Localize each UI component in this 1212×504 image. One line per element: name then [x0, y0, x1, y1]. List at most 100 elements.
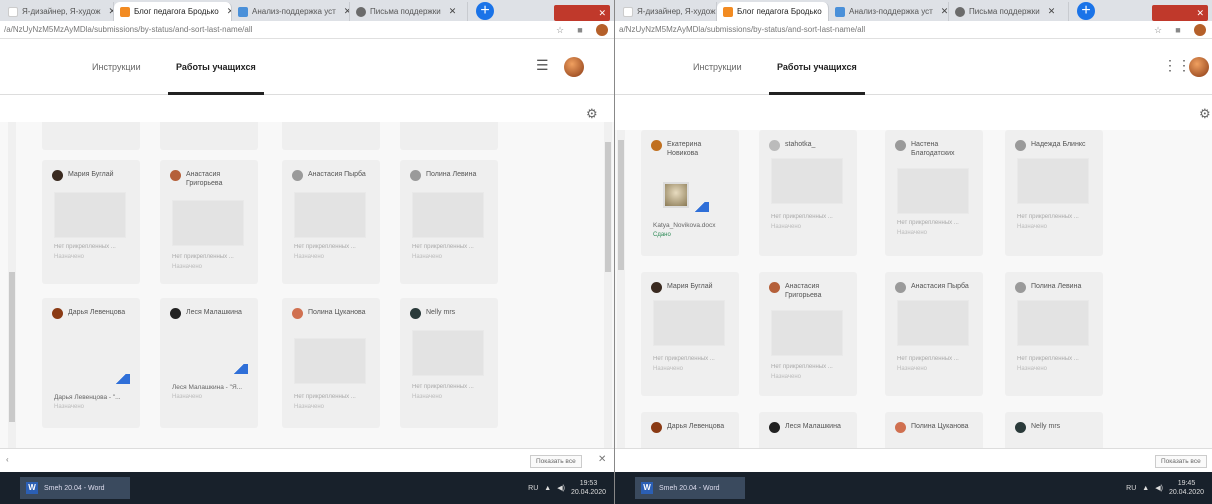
- avatar: [651, 282, 662, 293]
- close-icon[interactable]: ✕: [449, 6, 457, 17]
- scrollbar-thumb[interactable]: [9, 272, 15, 422]
- student-card[interactable]: [160, 122, 258, 150]
- student-card[interactable]: [400, 122, 498, 150]
- attachment-filename[interactable]: Katya_Novikova.docx: [653, 222, 733, 229]
- browser-tab[interactable]: Письма поддержки ✕: [350, 2, 468, 21]
- attachment-filename[interactable]: Леся Малашкина - "Я...: [172, 384, 252, 391]
- student-card[interactable]: Полина Цуканова Нет прикрепленных ... На…: [282, 298, 380, 428]
- attachment-placeholder: [653, 300, 725, 346]
- document-thumbnail[interactable]: [663, 182, 689, 208]
- student-card[interactable]: Полина Левина Нет прикрепленных ... Назн…: [1005, 272, 1103, 396]
- student-name: Мария Буглай: [68, 171, 114, 178]
- avatar[interactable]: [1189, 57, 1209, 77]
- attachment-filename[interactable]: Дарья Левенцова - "...: [54, 394, 134, 401]
- volume-icon[interactable]: ◀): [1155, 484, 1163, 492]
- new-tab-button[interactable]: +: [1077, 2, 1095, 20]
- tab-student-work[interactable]: Работы учащихся: [769, 40, 865, 95]
- clock[interactable]: 19:45 20.04.2020: [1169, 479, 1204, 497]
- attachment-placeholder: [412, 330, 484, 376]
- apps-grid-icon[interactable]: ⋮⋮: [1163, 57, 1191, 74]
- apps-grid-icon[interactable]: ☰: [536, 57, 549, 74]
- show-all-button[interactable]: Показать все: [1155, 455, 1207, 468]
- attachment-placeholder: [1017, 300, 1089, 346]
- tab-title: Блог педагога Бродько: [737, 7, 822, 16]
- window-controls[interactable]: ✕: [554, 5, 610, 21]
- download-bar: Показать все: [615, 448, 1212, 472]
- url-text[interactable]: a/NzUyNzM5MzAyMDla/submissions/by-status…: [619, 25, 1148, 34]
- student-card[interactable]: Екатерина Новикова Katya_Novikova.docx С…: [641, 130, 739, 256]
- star-icon[interactable]: ☆: [555, 25, 565, 35]
- scrollbar[interactable]: [617, 130, 625, 448]
- browser-tab[interactable]: Анализ-поддержка уст ✕: [829, 2, 949, 21]
- classroom-header: Инструкции Работы учащихся ⋮⋮: [615, 40, 1212, 95]
- status-sub: Назначено: [412, 254, 442, 260]
- scrollbar-thumb[interactable]: [618, 140, 624, 270]
- student-card[interactable]: Мария Буглай Нет прикрепленных ... Назна…: [42, 160, 140, 284]
- clock[interactable]: 19:53 20.04.2020: [571, 479, 606, 497]
- browser-tab[interactable]: Блог педагога Бродько✕: [717, 2, 829, 21]
- address-bar[interactable]: /a/NzUyNzM5MzAyMDla/submissions/by-statu…: [0, 21, 614, 39]
- browser-tab[interactable]: Я-дизайнер, Я-худож✕: [617, 2, 717, 21]
- attachment-placeholder: [897, 300, 969, 346]
- url-text[interactable]: /a/NzUyNzM5MzAyMDla/submissions/by-statu…: [4, 25, 550, 34]
- star-icon[interactable]: ☆: [1153, 25, 1163, 35]
- browser-tab[interactable]: Блог педагога Бродько✕: [114, 2, 232, 21]
- download-arrow-icon[interactable]: ‹: [6, 455, 9, 464]
- scrollbar[interactable]: [604, 122, 612, 448]
- tab-student-work[interactable]: Работы учащихся: [168, 40, 264, 95]
- settings-gear-icon[interactable]: ⚙: [1199, 106, 1211, 122]
- tab-title: Анализ-поддержка уст: [849, 7, 933, 16]
- student-card[interactable]: Надежда Блинкс Нет прикрепленных ... Наз…: [1005, 130, 1103, 256]
- student-card[interactable]: Мария Буглай Нет прикрепленных ... Назна…: [641, 272, 739, 396]
- extension-icon[interactable]: ■: [575, 25, 585, 35]
- language-indicator[interactable]: RU: [528, 485, 538, 492]
- close-icon[interactable]: ✕: [1048, 6, 1056, 17]
- tab-favicon: [955, 6, 965, 17]
- student-card[interactable]: [42, 122, 140, 150]
- extension-icon[interactable]: ■: [1173, 25, 1183, 35]
- student-card[interactable]: Nelly mrs Нет прикрепленных ... Назначен…: [400, 298, 498, 428]
- profile-avatar[interactable]: [596, 23, 608, 36]
- student-card[interactable]: Леся Малашкина Леся Малашкина - "Я... На…: [160, 298, 258, 428]
- status-text: Нет прикрепленных ...: [897, 220, 959, 226]
- student-card[interactable]: Анастасия Григорьева Нет прикрепленных .…: [759, 272, 857, 396]
- tab-instructions[interactable]: Инструкции: [92, 40, 141, 95]
- network-icon[interactable]: ▲: [1142, 485, 1149, 492]
- student-name: Надежда Блинкс: [1031, 141, 1086, 148]
- browser-tab[interactable]: Письма поддержки ✕: [949, 2, 1069, 21]
- show-all-button[interactable]: Показать все: [530, 455, 582, 468]
- student-card[interactable]: Анастасия Пырба Нет прикрепленных ... На…: [282, 160, 380, 284]
- student-card[interactable]: Nelly mrs: [1005, 412, 1103, 448]
- student-card[interactable]: Настена Благодатских Нет прикрепленных .…: [885, 130, 983, 256]
- address-bar[interactable]: a/NzUyNzM5MzAyMDla/submissions/by-status…: [615, 21, 1212, 39]
- scrollbar-thumb[interactable]: [605, 142, 611, 272]
- avatar[interactable]: [564, 57, 584, 77]
- student-card[interactable]: stahotka_ Нет прикрепленных ... Назначен…: [759, 130, 857, 256]
- student-card[interactable]: [282, 122, 380, 150]
- window-controls[interactable]: ✕: [1152, 5, 1208, 21]
- tab-instructions[interactable]: Инструкции: [693, 40, 742, 95]
- close-icon[interactable]: ✕: [598, 454, 606, 465]
- student-card[interactable]: Дарья Левенцова: [641, 412, 739, 448]
- volume-icon[interactable]: ◀): [557, 484, 565, 492]
- student-card[interactable]: Леся Малашкина: [759, 412, 857, 448]
- student-card[interactable]: Полина Левина Нет прикрепленных ... Назн…: [400, 160, 498, 284]
- avatar: [895, 282, 906, 293]
- taskbar-word-button[interactable]: W Smeh 20.04 - Word: [635, 477, 745, 499]
- profile-avatar[interactable]: [1194, 23, 1206, 36]
- new-tab-button[interactable]: +: [476, 2, 494, 20]
- submissions-grid: Екатерина Новикова Katya_Novikova.docx С…: [615, 130, 1212, 448]
- browser-tab[interactable]: Анализ-поддержка уст✕: [232, 2, 350, 21]
- language-indicator[interactable]: RU: [1126, 485, 1136, 492]
- student-card[interactable]: Полина Цуканова: [885, 412, 983, 448]
- network-icon[interactable]: ▲: [544, 485, 551, 492]
- browser-tab[interactable]: Я-дизайнер, Я-худож✕: [2, 2, 114, 21]
- scrollbar[interactable]: [8, 122, 16, 448]
- taskbar-word-button[interactable]: W Smeh 20.04 - Word: [20, 477, 130, 499]
- close-icon[interactable]: ✕: [941, 6, 948, 17]
- student-card[interactable]: Анастасия Григорьева Нет прикрепленных .…: [160, 160, 258, 284]
- settings-gear-icon[interactable]: ⚙: [586, 106, 598, 122]
- student-name: Полина Левина: [426, 171, 477, 178]
- student-card[interactable]: Анастасия Пырба Нет прикрепленных ... На…: [885, 272, 983, 396]
- student-card[interactable]: Дарья Левенцова Дарья Левенцова - "... Н…: [42, 298, 140, 428]
